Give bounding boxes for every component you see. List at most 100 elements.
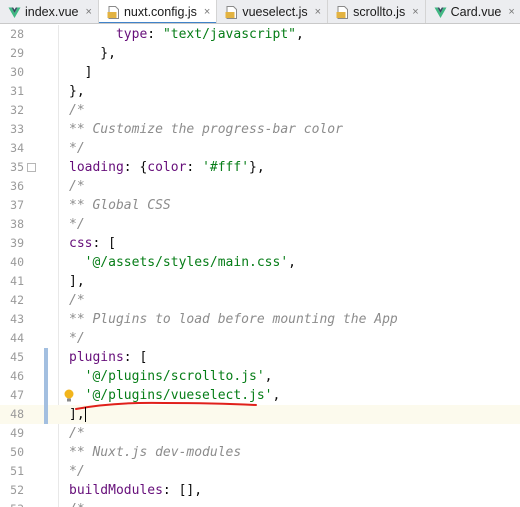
code-line[interactable]: 36 /* [0, 177, 520, 196]
code-token: : [ [123, 350, 148, 365]
code-line[interactable]: 45 plugins: [ [0, 348, 520, 367]
code-text: ** Plugins to load before mounting the A… [69, 310, 398, 329]
line-number: 33 [10, 122, 24, 136]
line-number: 28 [10, 27, 24, 41]
code-token: : { [123, 160, 148, 175]
code-token: , [296, 27, 304, 42]
code-token: }, [69, 84, 85, 99]
code-line[interactable]: 52 buildModules: [], [0, 481, 520, 500]
line-number: 32 [10, 103, 24, 117]
code-line[interactable]: 32 /* [0, 101, 520, 120]
code-text: }, [69, 44, 116, 63]
line-number: 42 [10, 293, 24, 307]
line-number: 53 [0, 500, 24, 507]
code-line[interactable]: 43 ** Plugins to load before mounting the… [0, 310, 520, 329]
code-token: "text/javascript" [162, 27, 296, 42]
code-text: /* [69, 291, 85, 310]
code-token: plugins [69, 350, 124, 365]
code-token: }, [69, 46, 116, 61]
code-token: : [], [162, 483, 203, 498]
line-number: 44 [10, 331, 24, 345]
code-token: color [147, 160, 187, 175]
code-line[interactable]: 42 /* [0, 291, 520, 310]
close-icon[interactable]: × [86, 6, 92, 18]
line-number: 41 [10, 274, 24, 288]
code-line[interactable]: 29 }, [0, 44, 520, 63]
line-number: 52 [10, 483, 24, 497]
line-number: 50 [10, 445, 24, 459]
code-text: buildModules: [], [69, 481, 202, 500]
code-text: ** Customize the progress-bar color [69, 120, 343, 139]
line-number: 35 [10, 160, 24, 174]
line-number: 39 [10, 236, 24, 250]
line-number: 51 [10, 464, 24, 478]
line-number: 49 [10, 426, 24, 440]
fold-marker-icon[interactable] [27, 163, 36, 172]
code-token: '@/plugins/scrollto.js' [84, 369, 265, 384]
code-editor[interactable]: 28 type: "text/javascript", 29 }, 30 ] 31},… [0, 25, 520, 507]
close-icon[interactable]: × [508, 6, 514, 18]
code-text: ], [69, 272, 85, 291]
line-number: 46 [10, 369, 24, 383]
vcs-change-marker[interactable] [44, 348, 48, 424]
code-token: ** Global CSS [69, 198, 171, 213]
code-token: , [272, 388, 281, 403]
tab-nuxt-config-js[interactable]: nuxt.config.js × [98, 0, 218, 23]
close-icon[interactable]: × [204, 6, 210, 18]
code-text: ** Global CSS [69, 196, 171, 215]
close-icon[interactable]: × [315, 6, 321, 18]
close-icon[interactable]: × [412, 6, 418, 18]
code-text: /* [69, 101, 85, 120]
js-file-icon [107, 5, 120, 19]
code-token: /* [69, 179, 85, 194]
code-token: : [147, 27, 163, 42]
code-line[interactable]: 44 */ [0, 329, 520, 348]
code-text: */ [69, 215, 85, 234]
code-line[interactable]: 51 */ [0, 462, 520, 481]
code-token: '@/assets/styles/main.css' [84, 255, 289, 270]
tab-label: index.vue [25, 5, 79, 19]
text-caret [85, 407, 86, 422]
tab-card-vue[interactable]: Card.vue × [426, 0, 520, 23]
code-line[interactable]: 40 '@/assets/styles/main.css', [0, 253, 520, 272]
code-token: /* [69, 426, 85, 441]
code-line[interactable]: 50 ** Nuxt.js dev-modules [0, 443, 520, 462]
code-line[interactable]: 37 ** Global CSS [0, 196, 520, 215]
code-line[interactable]: 49 /* [0, 424, 520, 443]
line-number: 34 [10, 141, 24, 155]
code-line[interactable]: 38 */ [0, 215, 520, 234]
line-number: 30 [10, 65, 24, 79]
code-token: buildModules [69, 483, 163, 498]
code-line[interactable]: 28 type: "text/javascript", [0, 25, 520, 44]
code-line[interactable]: 39 css: [ [0, 234, 520, 253]
code-token: /* [69, 502, 85, 507]
line-number: 48 [10, 407, 24, 421]
code-token: /* [69, 293, 85, 308]
code-token: : [186, 160, 203, 175]
line-number: 36 [10, 179, 24, 193]
code-token: }, [249, 160, 265, 175]
tab-label: vueselect.js [242, 5, 308, 19]
code-text: */ [69, 139, 85, 158]
tab-vueselect-js[interactable]: vueselect.js × [217, 0, 329, 23]
code-line[interactable]: 35 loading: {color: '#fff'}, [0, 158, 520, 177]
tab-scrollto-js[interactable]: scrollto.js × [328, 0, 426, 23]
code-token: loading [69, 160, 124, 175]
code-line[interactable]: 33 ** Customize the progress-bar color [0, 120, 520, 139]
code-text: loading: {color: '#fff'}, [69, 158, 265, 177]
editor-tab-bar: index.vue × nuxt.config.js × vueselect.js × sc… [0, 0, 520, 24]
code-token: ** Plugins to load before mounting the A… [69, 312, 398, 327]
code-line[interactable]: 30 ] [0, 63, 520, 82]
code-token: css [69, 236, 93, 251]
line-number: 29 [10, 46, 24, 60]
code-line[interactable]: 53 /* [0, 500, 520, 507]
code-line[interactable]: 46 '@/plugins/scrollto.js', [0, 367, 520, 386]
line-number: 45 [10, 350, 24, 364]
code-line[interactable]: 31}, [0, 82, 520, 101]
tab-index-vue[interactable]: index.vue × [0, 0, 99, 23]
code-line[interactable]: 34 */ [0, 139, 520, 158]
code-line[interactable]: 41], [0, 272, 520, 291]
code-token: */ [69, 331, 85, 346]
